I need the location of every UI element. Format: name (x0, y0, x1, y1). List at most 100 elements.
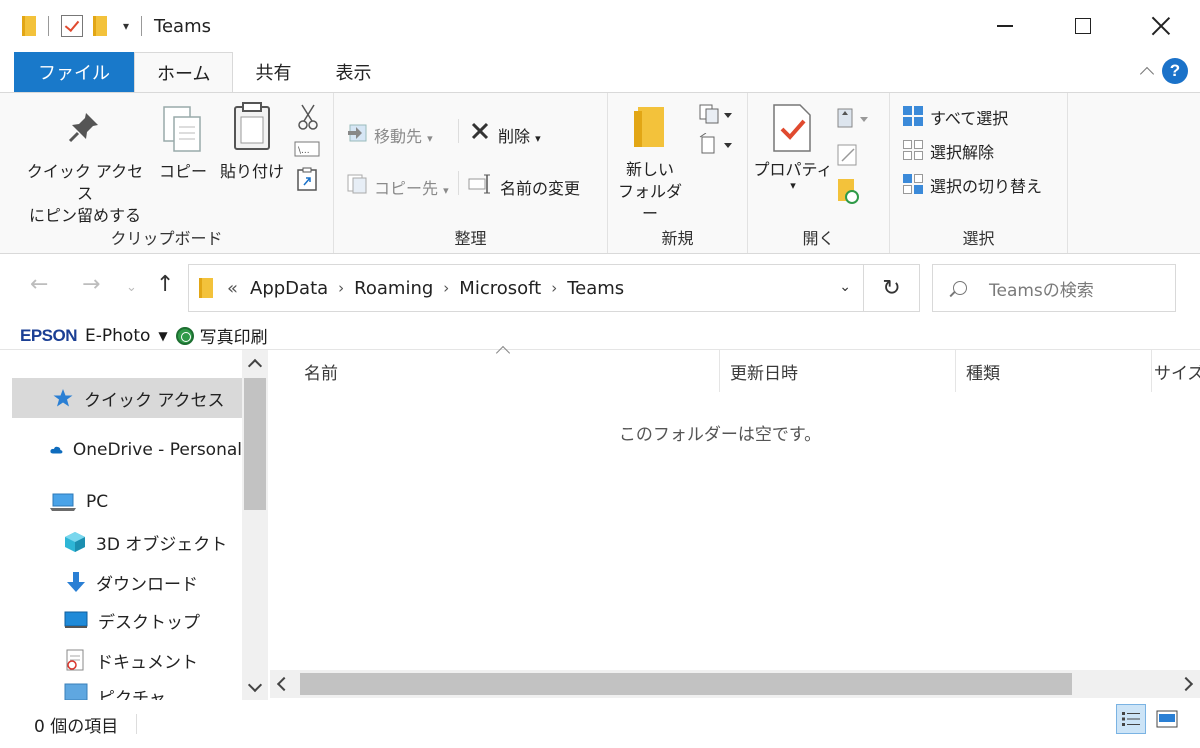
select-all-button[interactable]: すべて選択 (930, 105, 1008, 129)
paste-icon (234, 102, 270, 150)
tab-file[interactable]: ファイル (14, 52, 134, 92)
nav-item-downloads[interactable]: ダウンロード (12, 562, 242, 602)
copy-to-icon (347, 174, 367, 194)
cut-icon[interactable] (296, 103, 320, 131)
open-icon[interactable] (834, 107, 874, 131)
window-controls (966, 0, 1200, 52)
scrollbar-thumb[interactable] (300, 673, 1072, 695)
breadcrumb-item[interactable]: Teams (567, 278, 624, 299)
help-icon[interactable]: ? (1162, 58, 1188, 84)
select-group: すべて選択 選択解除 選択の切り替え 選択 (890, 93, 1068, 253)
recent-locations-icon[interactable]: ⌄ (126, 280, 137, 295)
breadcrumb-separator-icon[interactable]: › (551, 279, 557, 297)
scrollbar-thumb[interactable] (244, 378, 266, 510)
scroll-down-button[interactable] (242, 674, 268, 700)
breadcrumb-separator-icon[interactable]: › (443, 279, 449, 297)
history-icon[interactable] (836, 177, 860, 205)
copy-to-button[interactable]: コピー先 ▾ (374, 175, 449, 199)
up-arrow-icon[interactable]: ↑ (156, 272, 174, 297)
column-header-type[interactable]: 種類 (956, 350, 1152, 392)
address-bar[interactable]: « AppData › Roaming › Microsoft › Teams … (188, 264, 864, 312)
nav-item-quick-access[interactable]: クイック アクセス (12, 378, 242, 418)
scroll-up-button[interactable] (242, 350, 268, 376)
column-header-name[interactable]: 名前 (270, 350, 720, 392)
nav-item-desktop[interactable]: デスクトップ (12, 600, 242, 640)
breadcrumb-item[interactable]: AppData (250, 278, 328, 299)
nav-item-3d-objects[interactable]: 3D オブジェクト (12, 522, 242, 562)
tab-home[interactable]: ホーム (134, 52, 234, 92)
new-folder-button[interactable]: 新しい フォルダー (612, 159, 688, 225)
refresh-button[interactable]: ↻ (864, 264, 920, 312)
properties-icon (773, 104, 811, 152)
invert-selection-button[interactable]: 選択の切り替え (930, 173, 1042, 197)
breadcrumb-item[interactable]: Microsoft (459, 278, 541, 299)
select-none-button[interactable]: 選択解除 (930, 139, 994, 163)
nav-item-documents[interactable]: ドキュメント (12, 640, 242, 680)
quick-access-toolbar: ▾ Teams (0, 15, 211, 37)
scroll-right-button[interactable] (1172, 670, 1200, 698)
large-icons-view-button[interactable] (1152, 704, 1182, 734)
svg-text:\...: \... (298, 146, 310, 156)
epson-app-button[interactable]: E-Photo (85, 326, 150, 346)
file-list-pane: 名前 更新日時 種類 サイズ このフォルダーは空です。 (270, 345, 1200, 700)
cube-icon (65, 532, 85, 552)
address-dropdown-icon[interactable]: ⌄ (839, 279, 851, 295)
nav-scrollbar[interactable] (242, 350, 268, 700)
collapse-ribbon-icon[interactable] (1139, 66, 1155, 82)
copy-path-icon[interactable]: \... (294, 141, 320, 157)
photo-print-button[interactable]: 写真印刷 (200, 323, 268, 348)
breadcrumb-item[interactable]: Roaming (354, 278, 433, 299)
paste-shortcut-icon[interactable] (296, 167, 318, 191)
tab-view[interactable]: 表示 (313, 52, 393, 92)
nav-item-pictures[interactable]: ピクチャ (12, 680, 242, 700)
edit-icon[interactable] (836, 143, 860, 167)
details-view-button[interactable] (1116, 704, 1146, 734)
copy-icon (163, 106, 201, 152)
view-buttons (1116, 704, 1182, 734)
delete-label: 削除 (498, 127, 531, 146)
breadcrumb-overflow[interactable]: « (227, 278, 238, 299)
column-header-size[interactable]: サイズ (1152, 350, 1200, 392)
dropdown-icon[interactable]: ▼ (158, 329, 167, 343)
chevron-left-icon (276, 676, 292, 692)
minimize-button[interactable] (966, 0, 1044, 52)
nav-item-pc[interactable]: PC (12, 482, 242, 522)
copy-button[interactable]: コピー (158, 161, 208, 183)
maximize-button[interactable] (1044, 0, 1122, 52)
nav-item-onedrive[interactable]: OneDrive - Personal (12, 430, 242, 470)
photo-print-icon (175, 326, 194, 345)
folder-icon (22, 16, 36, 36)
properties-button[interactable]: プロパティ ▾ (750, 159, 836, 191)
select-all-icon (903, 106, 923, 126)
divider (458, 119, 459, 143)
organize-group-label: 整理 (454, 229, 487, 248)
new-folder-icon[interactable] (93, 16, 107, 36)
forward-arrow-icon[interactable]: → (82, 272, 100, 297)
help-area: ? (1139, 58, 1188, 84)
paste-button[interactable]: 貼り付け (214, 161, 290, 183)
ribbon: クイック アクセス にピン留めする コピー 貼り付け \... クリップボード (0, 92, 1200, 254)
horizontal-scrollbar[interactable] (270, 670, 1200, 698)
breadcrumb-separator-icon[interactable]: › (338, 279, 344, 297)
easy-access-icon[interactable] (696, 133, 734, 157)
move-to-button[interactable]: 移動先 ▾ (374, 123, 433, 147)
tab-share[interactable]: 共有 (233, 52, 313, 92)
back-arrow-icon[interactable]: ← (30, 272, 48, 297)
properties-check-icon[interactable] (61, 15, 83, 37)
new-folder-line2: フォルダー (617, 182, 682, 223)
new-group: 新しい フォルダー 新規 (608, 93, 748, 253)
nav-item-label: デスクトップ (98, 612, 200, 633)
delete-button[interactable]: 削除 ▾ (498, 123, 541, 147)
search-input[interactable]: Teamsの検索 (932, 264, 1176, 312)
column-header-date-modified[interactable]: 更新日時 (720, 350, 956, 392)
rename-button[interactable]: 名前の変更 (500, 175, 580, 199)
title-bar: ▾ Teams (0, 0, 1200, 52)
new-item-icon[interactable] (696, 103, 734, 127)
nav-item-label: OneDrive - Personal (72, 440, 242, 460)
pin-to-quick-access-button[interactable]: クイック アクセス にピン留めする (22, 161, 148, 227)
pin-icon (68, 113, 98, 143)
close-button[interactable] (1122, 0, 1200, 52)
customize-qat-dropdown[interactable]: ▾ (123, 19, 129, 33)
scroll-left-button[interactable] (270, 670, 298, 698)
select-group-label: 選択 (962, 229, 995, 248)
